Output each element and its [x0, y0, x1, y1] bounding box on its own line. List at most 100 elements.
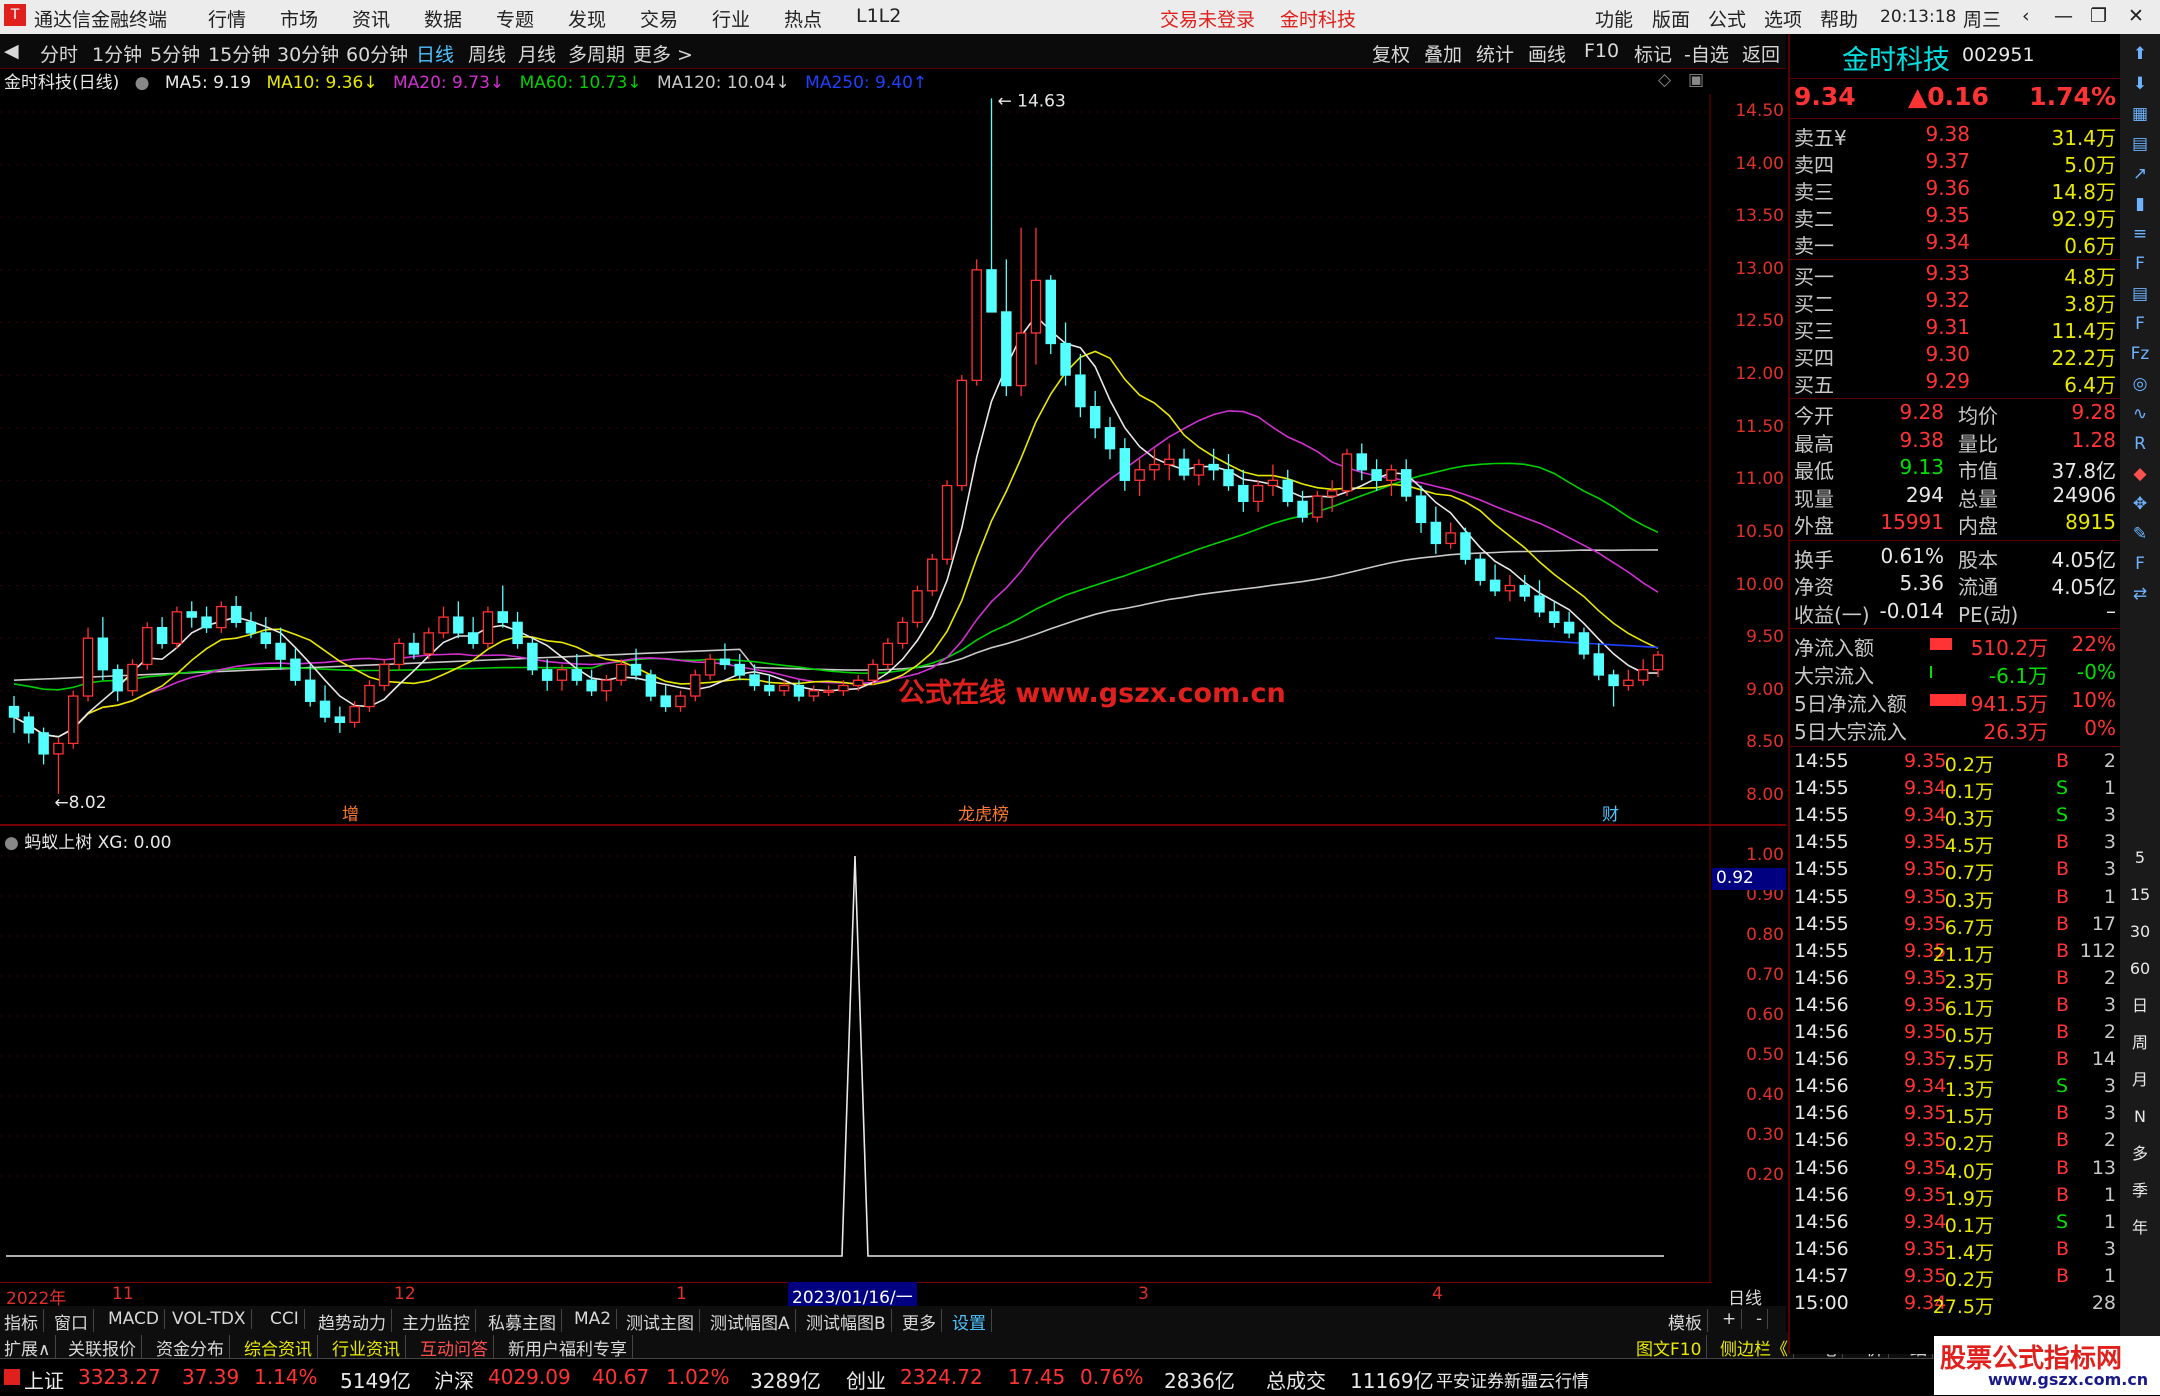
menu-banmian[interactable]: 版面	[1652, 5, 1690, 32]
menu-jiaoyi[interactable]: 交易	[640, 5, 678, 32]
sz-label[interactable]: 沪深	[434, 1365, 474, 1394]
indicator-tab[interactable]: VOL-TDX	[172, 1309, 252, 1329]
extension-tab[interactable]: 关联报价	[68, 1335, 142, 1360]
indicator-tab[interactable]: 窗口	[54, 1309, 94, 1334]
list-icon[interactable]: ≡	[2126, 220, 2154, 248]
indicator-tab[interactable]: 更多	[902, 1309, 942, 1334]
period-30min[interactable]: 30分钟	[277, 40, 339, 67]
period-fenshi[interactable]: 分时	[40, 40, 78, 67]
indicator-tab[interactable]: 主力监控	[402, 1309, 476, 1334]
sidebar-period-15[interactable]: 15	[2126, 881, 2154, 909]
marker-zeng[interactable]: 增	[342, 805, 359, 824]
f2-icon[interactable]: F	[2126, 550, 2154, 578]
indicator-tab[interactable]: 私募主图	[488, 1309, 562, 1334]
period-15min[interactable]: 15分钟	[208, 40, 270, 67]
toolbar-biaoji[interactable]: 标记	[1634, 40, 1672, 67]
menu-zhuanti[interactable]: 专题	[496, 5, 534, 32]
trade-status[interactable]: 交易未登录	[1160, 5, 1255, 32]
sidebar-period-日[interactable]: 日	[2126, 992, 2154, 1020]
period-weekly[interactable]: 周线	[468, 40, 506, 67]
menu-gongshi[interactable]: 公式	[1708, 5, 1746, 32]
indicator-right-tab[interactable]: -	[1756, 1309, 1769, 1329]
period-monthly[interactable]: 月线	[518, 40, 556, 67]
menu-hangqing[interactable]: 行情	[208, 5, 246, 32]
doc-icon[interactable]: ▤	[2126, 280, 2154, 308]
candles-icon[interactable]: ▮	[2126, 190, 2154, 218]
extension-right-tab[interactable]: 侧边栏《	[1720, 1335, 1794, 1360]
move-icon[interactable]: ✥	[2126, 490, 2154, 518]
rsi-icon[interactable]: R	[2126, 430, 2154, 458]
diamond-icon[interactable]: ◇	[1658, 70, 1671, 90]
toolbar-tongji[interactable]: 统计	[1476, 40, 1514, 67]
menu-faxian[interactable]: 发现	[568, 5, 606, 32]
indicator-tab[interactable]: MACD	[108, 1309, 165, 1329]
menu-gongneng[interactable]: 功能	[1595, 5, 1633, 32]
toolbar-huaxian[interactable]: 画线	[1528, 40, 1566, 67]
toolbar-fanhui[interactable]: 返回	[1742, 40, 1780, 67]
shield-icon[interactable]: ◆	[2126, 460, 2154, 488]
wave-icon[interactable]: ∿	[2126, 400, 2154, 428]
collapse-icon[interactable]: ◀	[4, 40, 19, 62]
extension-right-tab[interactable]: 图文F10	[1636, 1335, 1708, 1360]
marker-cai[interactable]: 财	[1602, 805, 1619, 824]
menu-shuju[interactable]: 数据	[424, 5, 462, 32]
sidebar-period-N[interactable]: N	[2126, 1103, 2154, 1131]
window-icon[interactable]: ▣	[1688, 70, 1704, 90]
indicator-tab[interactable]: 测试幅图B	[806, 1309, 892, 1334]
period-1min[interactable]: 1分钟	[92, 40, 142, 67]
menu-zixun[interactable]: 资讯	[352, 5, 390, 32]
sidebar-period-多[interactable]: 多	[2126, 1140, 2154, 1168]
f-icon[interactable]: F	[2126, 310, 2154, 338]
indicator-tab[interactable]: 测试幅图A	[710, 1309, 796, 1334]
menu-hangye[interactable]: 行业	[712, 5, 750, 32]
sidebar-period-30[interactable]: 30	[2126, 918, 2154, 946]
menu-redian[interactable]: 热点	[784, 5, 822, 32]
toolbar-zixuan[interactable]: -自选	[1684, 40, 1729, 67]
indicator-tab[interactable]: CCI	[270, 1309, 305, 1329]
settings-circle-icon[interactable]: ●	[135, 73, 150, 93]
marker-longhubang[interactable]: 龙虎榜	[958, 805, 1009, 824]
menu-xuanxiang[interactable]: 选项	[1764, 5, 1802, 32]
menu-l1l2[interactable]: L1L2	[856, 5, 901, 27]
table-icon[interactable]: ▤	[2126, 130, 2154, 158]
extension-tab[interactable]: 扩展∧	[4, 1335, 57, 1360]
line-chart-icon[interactable]: ↗	[2126, 160, 2154, 188]
grid-icon[interactable]: ▦	[2126, 100, 2154, 128]
toolbar-diejia[interactable]: 叠加	[1424, 40, 1462, 67]
f10-icon[interactable]: F	[2126, 250, 2154, 278]
arrow-down-icon[interactable]: ⬇	[2126, 70, 2154, 98]
period-more[interactable]: 更多 >	[633, 40, 693, 67]
extension-tab[interactable]: 综合资讯	[244, 1335, 318, 1360]
cy-label[interactable]: 创业	[846, 1365, 886, 1394]
indicator-right-tab[interactable]: 模板	[1668, 1309, 1708, 1334]
sidebar-period-年[interactable]: 年	[2126, 1214, 2154, 1242]
minimize-icon[interactable]: —	[2054, 5, 2073, 27]
extension-tab[interactable]: 资金分布	[156, 1335, 230, 1360]
indicator-right-tab[interactable]: +	[1722, 1309, 1743, 1329]
indicator-tab[interactable]: 趋势动力	[318, 1309, 392, 1334]
pen-icon[interactable]: ✎	[2126, 520, 2154, 548]
extension-tab[interactable]: 互动问答	[420, 1335, 494, 1360]
close-icon[interactable]: ✕	[2128, 5, 2144, 27]
period-60min[interactable]: 60分钟	[346, 40, 408, 67]
period-multi[interactable]: 多周期	[568, 40, 625, 67]
period-daily[interactable]: 日线	[416, 40, 454, 67]
back-arrow-icon[interactable]: ‹	[2022, 5, 2030, 27]
sidebar-period-60[interactable]: 60	[2126, 955, 2154, 983]
sidebar-period-月[interactable]: 月	[2126, 1066, 2154, 1094]
indicator-tab[interactable]: MA2	[574, 1309, 618, 1329]
menu-bangzhu[interactable]: 帮助	[1820, 5, 1858, 32]
fz-icon[interactable]: Fz	[2126, 340, 2154, 368]
extension-tab[interactable]: 新用户福利专享	[508, 1335, 633, 1360]
share-icon[interactable]: ⇄	[2126, 580, 2154, 608]
toolbar-fuquan[interactable]: 复权	[1372, 40, 1410, 67]
menu-shichang[interactable]: 市场	[280, 5, 318, 32]
kline-chart[interactable]: ← 14.63 ←8.02 公式在线 www.gszx.com.cn 增 龙虎榜 财	[0, 94, 1786, 824]
toolbar-f10[interactable]: F10	[1584, 40, 1619, 62]
sidebar-period-周[interactable]: 周	[2126, 1029, 2154, 1057]
sh-label[interactable]: 上证	[24, 1365, 64, 1394]
indicator-tab[interactable]: 设置	[952, 1309, 992, 1334]
extension-tab[interactable]: 行业资讯	[332, 1335, 406, 1360]
indicator-tab[interactable]: 指标	[4, 1309, 44, 1334]
sidebar-period-5[interactable]: 5	[2126, 844, 2154, 872]
